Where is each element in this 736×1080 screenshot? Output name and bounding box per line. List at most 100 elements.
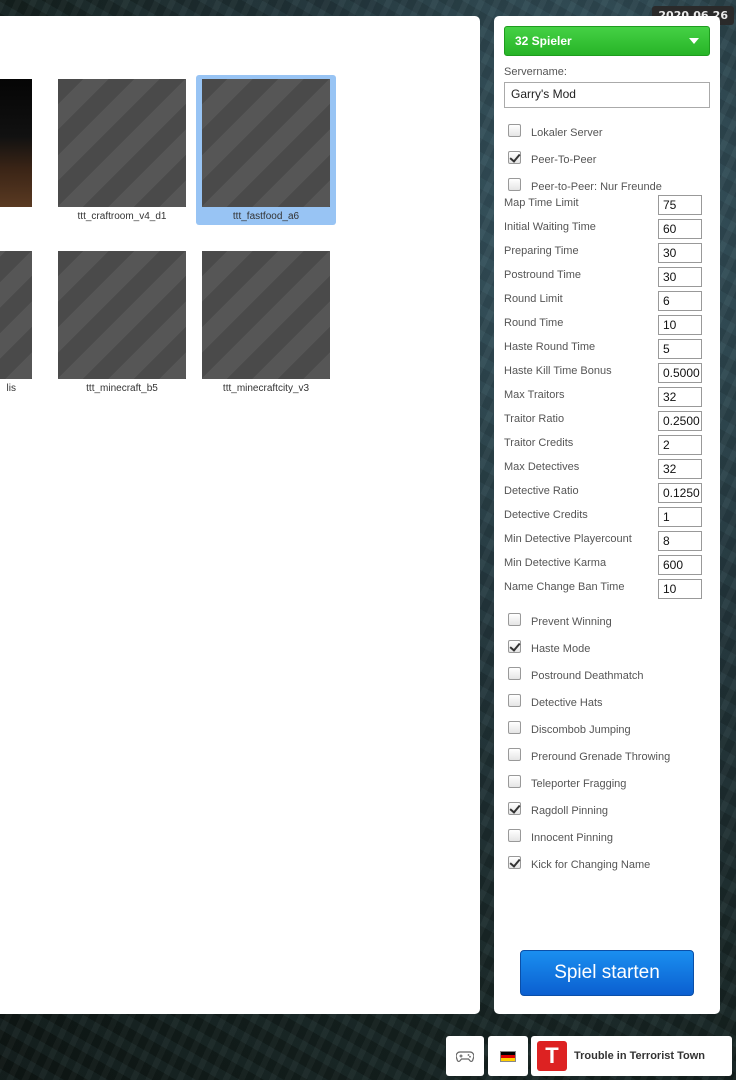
checkbox-label: Peer-To-Peer [531,154,597,166]
setting-label: Detective Credits [504,509,588,521]
map-thumbnail [58,79,186,207]
servername-label: Servername: [504,66,567,78]
discombob-jumping-checkbox[interactable] [508,720,521,734]
checkbox-row[interactable]: Peer-to-Peer: Nur Freunde [508,176,662,193]
postround-deathmatch-checkbox[interactable] [508,666,521,680]
map-tile[interactable]: ttt_fastfood_a6 [196,75,336,225]
checkbox-row[interactable]: Innocent Pinning [508,827,613,844]
max-players-dropdown[interactable]: 32 Spieler [504,26,710,56]
chevron-down-icon [689,38,699,44]
checkbox-label: Peer-to-Peer: Nur Freunde [531,181,662,193]
setting-input[interactable]: 32 [658,459,702,479]
setting-label: Min Detective Playercount [504,533,632,545]
map-label: ttt_craftroom_v4_d1 [77,211,167,222]
ragdoll-pinning-checkbox[interactable] [508,801,521,815]
checkbox-row[interactable]: Detective Hats [508,692,603,709]
controller-button[interactable] [446,1036,484,1076]
checkbox-row[interactable]: Teleporter Fragging [508,773,627,790]
prevent-winning-checkbox[interactable] [508,612,521,626]
checkbox-label: Innocent Pinning [531,832,613,844]
checkbox-row[interactable]: Prevent Winning [508,611,612,628]
gamepad-icon [456,1051,474,1063]
lokaler-server-checkbox[interactable] [508,123,521,137]
map-tile[interactable]: ttt_minecraftcity_v3 [196,247,336,397]
setting-input[interactable]: 5 [658,339,702,359]
setting-input[interactable]: 10 [658,315,702,335]
checkbox-row[interactable]: Preround Grenade Throwing [508,746,671,763]
setting-input[interactable]: 6 [658,291,702,311]
setting-label: Traitor Ratio [504,413,565,425]
checkbox-row[interactable]: Discombob Jumping [508,719,631,736]
setting-input[interactable]: 2 [658,435,702,455]
checkbox-label: Kick for Changing Name [531,859,651,871]
setting-label: Preparing Time [504,245,579,257]
map-label: ttt_minecraftcity_v3 [222,383,310,394]
server-settings-panel: 32 Spieler Servername: Garry's Mod Lokal… [494,16,720,1014]
map-tile[interactable]: ttt_minecraft_b5 [52,247,192,397]
ttt-logo-icon: T [537,1041,567,1071]
setting-label: Initial Waiting Time [504,221,596,233]
checkbox-row[interactable]: Lokaler Server [508,122,603,139]
setting-input[interactable]: 1 [658,507,702,527]
map-label: lis [6,383,16,394]
setting-input[interactable]: 600 [658,555,702,575]
setting-label: Map Time Limit [504,197,579,209]
setting-input[interactable]: 0.5000 [658,363,702,383]
checkbox-label: Ragdoll Pinning [531,805,609,817]
setting-input[interactable]: 0.2500 [658,411,702,431]
setting-label: Traitor Credits [504,437,574,449]
map-label: ttt_fastfood_a6 [232,211,300,222]
servername-input[interactable]: Garry's Mod [504,82,710,108]
setting-input[interactable]: 0.1250 [658,483,702,503]
checkbox-label: Discombob Jumping [531,724,631,736]
setting-label: Detective Ratio [504,485,579,497]
german-flag-icon [500,1050,516,1062]
peer-to-peer-checkbox[interactable] [508,150,521,164]
kick-changing-name-checkbox[interactable] [508,855,521,869]
checkbox-row[interactable]: Postround Deathmatch [508,665,644,682]
checkbox-label: Preround Grenade Throwing [531,751,671,763]
map-thumbnail [202,251,330,379]
haste-mode-checkbox[interactable] [508,639,521,653]
start-game-button[interactable]: Spiel starten [520,950,694,996]
setting-input[interactable]: 32 [658,387,702,407]
map-thumbnail [58,251,186,379]
map-tile[interactable]: lis [0,247,38,397]
max-players-value: 32 Spieler [515,34,572,48]
checkbox-label: Teleporter Fragging [531,778,627,790]
setting-input[interactable]: 30 [658,267,702,287]
setting-label: Max Traitors [504,389,565,401]
map-tile[interactable]: ttt_craftroom_v4_d1 [52,75,192,225]
setting-input[interactable]: 8 [658,531,702,551]
setting-label: Haste Kill Time Bonus [504,365,612,377]
innocent-pinning-checkbox[interactable] [508,828,521,842]
map-label: ttt_minecraft_b5 [86,383,158,394]
checkbox-row[interactable]: Kick for Changing Name [508,854,651,871]
preround-grenade-checkbox[interactable] [508,747,521,761]
language-button[interactable] [488,1036,528,1076]
setting-label: Round Limit [504,293,563,305]
teleporter-fragging-checkbox[interactable] [508,774,521,788]
friends-only-checkbox[interactable] [508,177,521,191]
checkbox-label: Lokaler Server [531,127,603,139]
map-tile[interactable]: wling_v5 [0,75,38,225]
setting-input[interactable]: 30 [658,243,702,263]
setting-input[interactable]: 75 [658,195,702,215]
checkbox-label: Haste Mode [531,643,591,655]
setting-label: Haste Round Time [504,341,596,353]
setting-label: Max Detectives [504,461,580,473]
setting-label: Postround Time [504,269,582,281]
checkbox-label: Postround Deathmatch [531,670,644,682]
detective-hats-checkbox[interactable] [508,693,521,707]
checkbox-row[interactable]: Ragdoll Pinning [508,800,609,817]
gamemode-button[interactable]: T Trouble in Terrorist Town [531,1036,732,1076]
setting-label: Min Detective Karma [504,557,607,569]
checkbox-row[interactable]: Peer-To-Peer [508,149,597,166]
checkbox-row[interactable]: Haste Mode [508,638,591,655]
map-thumbnail [0,79,32,207]
setting-input[interactable]: 60 [658,219,702,239]
map-list-panel: wling_v5 ttt_craftroom_v4_d1 ttt_fastfoo… [0,16,480,1014]
setting-label: Round Time [504,317,564,329]
setting-input[interactable]: 10 [658,579,702,599]
map-thumbnail [0,251,32,379]
